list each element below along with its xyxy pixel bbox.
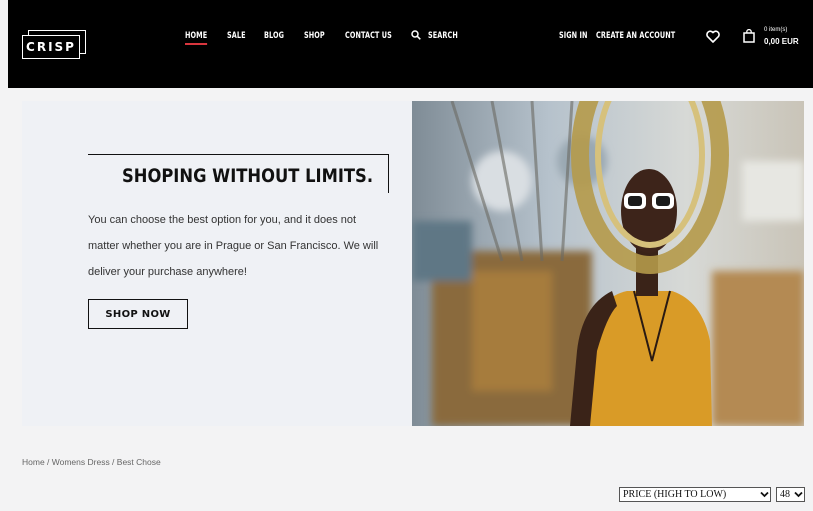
hero-text-panel: SHOPING WITHOUT LIMITS. You can choose t… bbox=[22, 101, 412, 426]
nav-contact-us[interactable]: CONTACT US bbox=[345, 31, 392, 41]
hero-headline: SHOPING WITHOUT LIMITS. bbox=[122, 165, 374, 187]
sort-select[interactable]: PRICE (HIGH TO LOW) bbox=[619, 487, 771, 502]
cart-total[interactable]: 0,00 EUR bbox=[764, 37, 799, 46]
sort-select-value: PRICE (HIGH TO LOW) bbox=[623, 489, 727, 500]
site-header: CRISP HOME SALE BLOG SHOP CONTACT US SEA… bbox=[8, 0, 813, 88]
nav-blog[interactable]: BLOG bbox=[264, 31, 284, 41]
shopping-bag-icon[interactable] bbox=[743, 29, 755, 43]
per-page-value: 48 bbox=[780, 489, 790, 500]
create-account-link[interactable]: CREATE AN ACCOUNT bbox=[596, 31, 675, 41]
sign-in-link[interactable]: SIGN IN bbox=[559, 31, 588, 41]
search-label[interactable]: SEARCH bbox=[428, 31, 458, 41]
search-icon[interactable] bbox=[411, 30, 421, 40]
breadcrumb[interactable]: Home / Womens Dress / Best Chose bbox=[22, 457, 161, 467]
crisp-logo[interactable]: CRISP bbox=[22, 30, 86, 59]
cart-item-count[interactable]: 0 item(s) bbox=[764, 27, 787, 33]
nav-sale[interactable]: SALE bbox=[227, 31, 246, 41]
nav-home[interactable]: HOME bbox=[185, 31, 208, 45]
chevron-down-icon bbox=[794, 491, 803, 498]
hero-banner: SHOPING WITHOUT LIMITS. You can choose t… bbox=[22, 101, 804, 426]
hero-description: You can choose the best option for you, … bbox=[88, 214, 379, 278]
logo-text: CRISP bbox=[22, 35, 80, 59]
hero-photo bbox=[412, 101, 804, 426]
shop-now-button[interactable]: SHOP NOW bbox=[88, 299, 188, 329]
per-page-select[interactable]: 48 bbox=[776, 487, 805, 502]
nav-shop[interactable]: SHOP bbox=[304, 31, 325, 41]
heart-icon[interactable] bbox=[706, 30, 720, 43]
chevron-down-icon bbox=[760, 491, 769, 498]
